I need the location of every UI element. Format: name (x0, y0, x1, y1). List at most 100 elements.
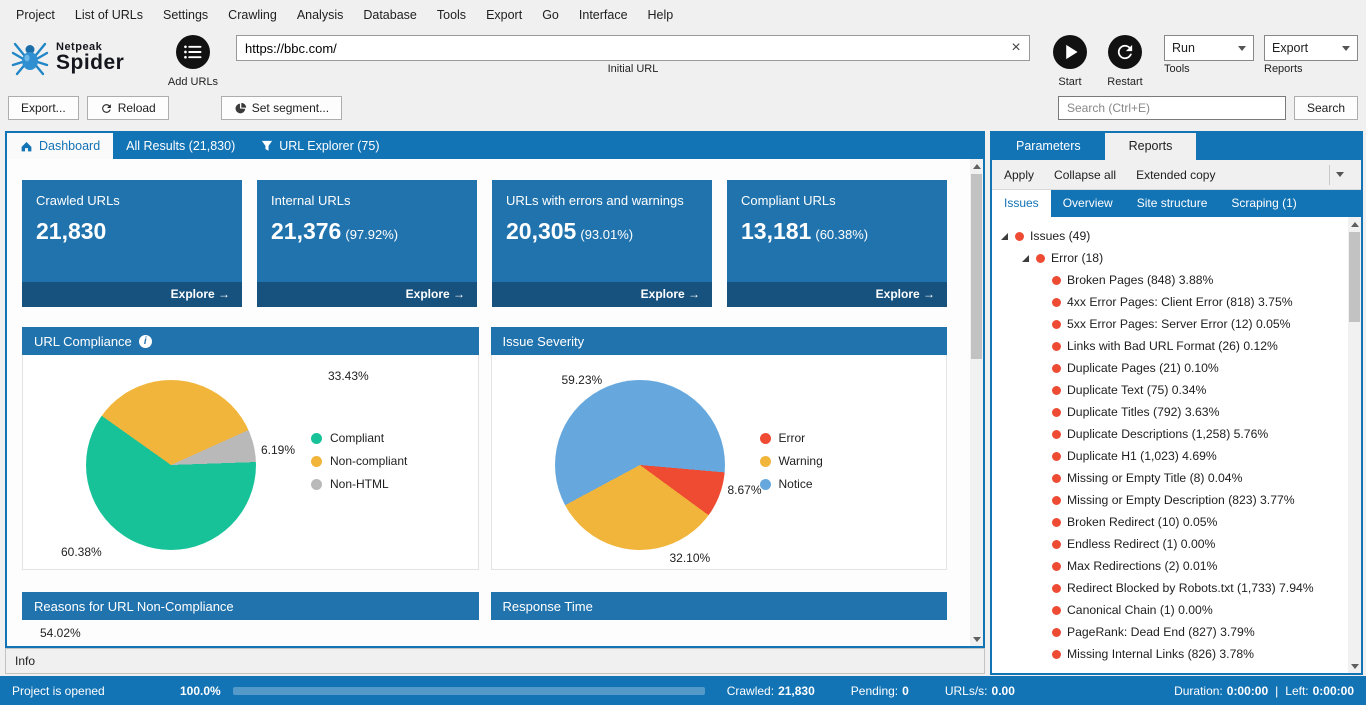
scroll-down-icon[interactable] (1348, 659, 1361, 673)
tree-item[interactable]: Endless Redirect (1) 0.00% (992, 533, 1361, 555)
start-button[interactable] (1053, 35, 1087, 69)
scroll-down-icon[interactable] (970, 632, 983, 646)
tab-reports[interactable]: Reports (1104, 133, 1197, 160)
menu-database[interactable]: Database (353, 0, 427, 30)
more-options-dropdown[interactable] (1329, 164, 1349, 185)
tree-item[interactable]: Redirect Blocked by Robots.txt (1,733) 7… (992, 577, 1361, 599)
kpi-percent: (97.92%) (345, 227, 399, 242)
restart-button[interactable] (1108, 35, 1142, 69)
apply-button[interactable]: Apply (1004, 168, 1034, 182)
tree-item-label: Duplicate Text (75) 0.34% (1067, 383, 1207, 397)
kpi-percent: (93.01%) (580, 227, 634, 242)
expand-arrow-icon[interactable] (1022, 254, 1036, 262)
pie-label: 8.67% (727, 483, 762, 497)
side-panel-tabs: Parameters Reports (992, 133, 1361, 160)
explore-button[interactable]: Explore → (22, 282, 242, 307)
menu-help[interactable]: Help (638, 0, 684, 30)
tree-item[interactable]: 4xx Error Pages: Client Error (818) 3.75… (992, 291, 1361, 313)
reports-label: Reports (1264, 63, 1303, 75)
menu-export[interactable]: Export (476, 0, 532, 30)
side-panel: Parameters Reports Apply Collapse all Ex… (990, 131, 1363, 675)
initial-url-label: Initial URL (607, 63, 659, 75)
dashboard-scrollbar[interactable] (970, 159, 983, 646)
tree-item[interactable]: Duplicate Titles (792) 3.63% (992, 401, 1361, 423)
tree-item[interactable]: PageRank: Dead End (827) 3.79% (992, 621, 1361, 643)
tab-parameters[interactable]: Parameters (992, 133, 1105, 160)
app-logo: Netpeak Spider (10, 37, 160, 77)
reload-button[interactable]: Reload (86, 96, 169, 120)
menu-list-of-urls[interactable]: List of URLs (65, 0, 153, 30)
tree-item[interactable]: 5xx Error Pages: Server Error (12) 0.05% (992, 313, 1361, 335)
set-segment-button[interactable]: Set segment... (220, 96, 343, 120)
tree-item-error[interactable]: Error (18) (992, 247, 1361, 269)
initial-url-input[interactable] (236, 35, 1030, 61)
tree-item-label: Endless Redirect (1) 0.00% (1067, 537, 1216, 551)
tab-issues[interactable]: Issues (992, 190, 1051, 217)
tab-dashboard[interactable]: Dashboard (7, 133, 114, 159)
scrollbar-thumb[interactable] (971, 174, 982, 359)
scrollbar-thumb[interactable] (1349, 232, 1360, 322)
info-panel-header[interactable]: Info (5, 648, 985, 674)
tree-item[interactable]: Duplicate Text (75) 0.34% (992, 379, 1361, 401)
menu-crawling[interactable]: Crawling (218, 0, 287, 30)
explore-button[interactable]: Explore → (257, 282, 477, 307)
scroll-up-icon[interactable] (970, 159, 983, 173)
legend: Compliant Non-compliant Non-HTML (311, 431, 407, 500)
kpi-value: 20,305 (506, 218, 577, 244)
export-dropdown[interactable]: Export (1264, 35, 1358, 61)
tree-item[interactable]: Missing or Empty Title (8) 0.04% (992, 467, 1361, 489)
tab-url-explorer[interactable]: URL Explorer (75) (248, 133, 392, 159)
tree-item[interactable]: Duplicate H1 (1,023) 4.69% (992, 445, 1361, 467)
expand-arrow-icon[interactable] (1001, 232, 1015, 240)
explore-button[interactable]: Explore → (727, 282, 947, 307)
issue-dot (1052, 385, 1061, 395)
scroll-up-icon[interactable] (1348, 217, 1361, 231)
start-label: Start (1058, 76, 1082, 88)
info-icon[interactable]: i (138, 334, 152, 348)
tree-item[interactable]: Links with Bad URL Format (26) 0.12% (992, 335, 1361, 357)
legend-dot (311, 455, 322, 467)
kpi-card-crawled-urls: Crawled URLs 21,830 Explore → (22, 180, 242, 307)
tree-item[interactable]: Max Redirections (2) 0.01% (992, 555, 1361, 577)
results-tabbar: Dashboard All Results (21,830) URL Explo… (7, 133, 983, 159)
tree-item-issues[interactable]: Issues (49) (992, 225, 1361, 247)
filter-funnel-icon (262, 140, 273, 151)
export-button[interactable]: Export... (8, 96, 79, 120)
run-dropdown[interactable]: Run (1164, 35, 1254, 61)
tab-all-results[interactable]: All Results (21,830) (113, 133, 248, 159)
tree-item[interactable]: Canonical Chain (1) 0.00% (992, 599, 1361, 621)
tab-site-structure[interactable]: Site structure (1125, 190, 1220, 217)
legend-dot (311, 432, 322, 444)
tree-item[interactable]: Duplicate Pages (21) 0.10% (992, 357, 1361, 379)
add-urls-button[interactable] (176, 35, 210, 69)
menu-interface[interactable]: Interface (569, 0, 638, 30)
tree-item[interactable]: Broken Pages (848) 3.88% (992, 269, 1361, 291)
menu-project[interactable]: Project (6, 0, 65, 30)
menu-go[interactable]: Go (532, 0, 569, 30)
kpi-value: 13,181 (741, 218, 812, 244)
chart-title: Issue Severity (502, 333, 585, 349)
menu-tools[interactable]: Tools (427, 0, 476, 30)
search-button[interactable]: Search (1293, 96, 1358, 120)
collapse-all-button[interactable]: Collapse all (1054, 168, 1116, 182)
tree-item[interactable]: Missing Internal Links (826) 3.78% (992, 643, 1361, 665)
menu-settings[interactable]: Settings (153, 0, 218, 30)
tree-scrollbar[interactable] (1348, 217, 1361, 673)
issue-severity-chart: Issue Severity 59.23% 8.67% 32.10% Error… (490, 327, 947, 570)
clear-url-icon[interactable]: × (1006, 38, 1026, 58)
tree-item[interactable]: Missing or Empty Description (823) 3.77% (992, 489, 1361, 511)
kpi-card-compliant-urls: Compliant URLs 13,181 (60.38%) Explore → (727, 180, 947, 307)
tree-item[interactable]: Duplicate Descriptions (1,258) 5.76% (992, 423, 1361, 445)
tab-overview[interactable]: Overview (1051, 190, 1125, 217)
search-input[interactable] (1057, 96, 1286, 120)
tree-item[interactable]: Broken Redirect (10) 0.05% (992, 511, 1361, 533)
pie-label: 32.10% (669, 551, 711, 565)
tree-item-label: Links with Bad URL Format (26) 0.12% (1067, 339, 1278, 353)
tree-item-label: Broken Redirect (10) 0.05% (1067, 515, 1218, 529)
non-compliance-chart: Reasons for URL Non-Compliance 54.02% (22, 592, 479, 640)
kpi-title: Internal URLs (271, 193, 351, 208)
explore-button[interactable]: Explore → (492, 282, 712, 307)
extended-copy-button[interactable]: Extended copy (1136, 168, 1215, 182)
tab-scraping[interactable]: Scraping (1) (1219, 190, 1308, 217)
menu-analysis[interactable]: Analysis (287, 0, 354, 30)
